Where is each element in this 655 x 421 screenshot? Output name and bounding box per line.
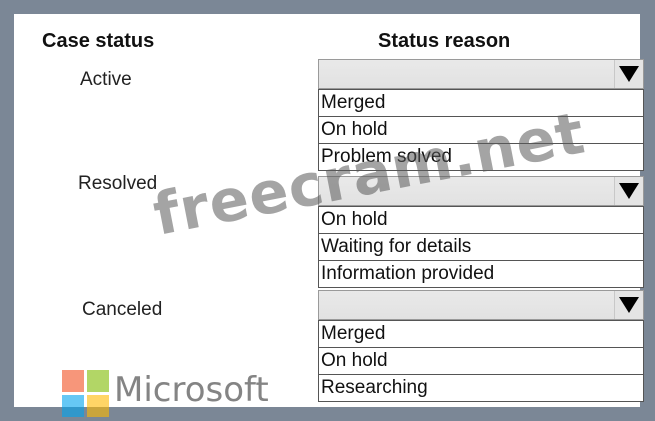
triangle-down-icon[interactable] xyxy=(614,291,643,319)
dropdown-option[interactable]: Researching xyxy=(319,374,643,401)
microsoft-logo-icon xyxy=(62,370,109,417)
triangle-down-icon[interactable] xyxy=(614,60,643,88)
dropdown-option[interactable]: On hold xyxy=(319,206,643,233)
case-status-canceled-label: Canceled xyxy=(82,299,163,320)
case-status-active-label: Active xyxy=(80,69,132,90)
case-status-resolved-label: Resolved xyxy=(78,173,158,194)
dropdown-options: Merged On hold Researching xyxy=(318,320,644,402)
dropdown-option[interactable]: On hold xyxy=(319,347,643,374)
case-status-header: Case status xyxy=(42,30,155,52)
dropdown-option[interactable]: Merged xyxy=(319,320,643,347)
dropdown-option[interactable]: Merged xyxy=(319,89,643,116)
microsoft-wordmark: Microsoft xyxy=(114,370,269,410)
dropdown-options: On hold Waiting for details Information … xyxy=(318,206,644,288)
status-reason-header: Status reason xyxy=(378,30,511,52)
triangle-down-icon[interactable] xyxy=(614,177,643,205)
dropdown-option[interactable]: Information provided xyxy=(319,260,643,287)
dropdown-option[interactable]: Waiting for details xyxy=(319,233,643,260)
status-reason-dropdown-canceled[interactable]: Merged On hold Researching xyxy=(318,290,644,402)
dropdown-header[interactable] xyxy=(318,290,644,320)
dropdown-header[interactable] xyxy=(318,59,644,89)
